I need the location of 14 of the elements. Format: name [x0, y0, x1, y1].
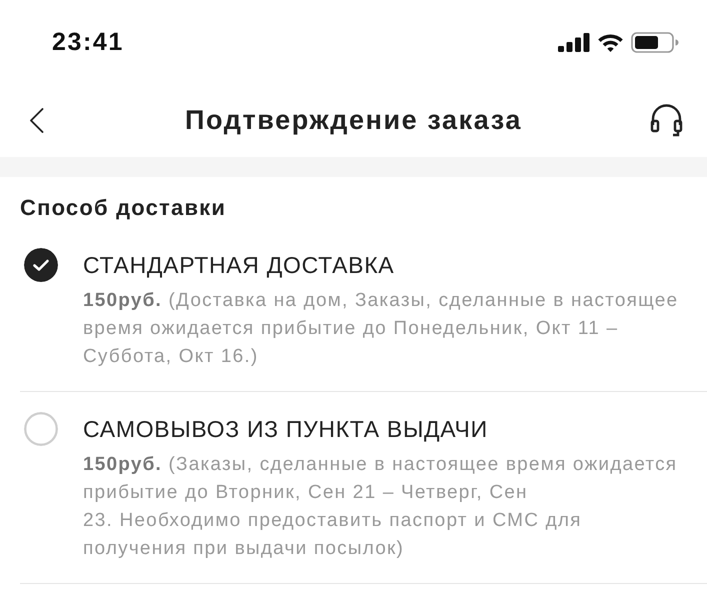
page-title: Подтверждение заказа	[184, 105, 522, 136]
status-time: 23:41	[52, 28, 124, 56]
wifi-icon	[597, 32, 624, 52]
battery-icon	[631, 32, 679, 52]
option-description: 150руб. (Доставка на дом, Заказы, сделанные в настоящее время ожидается прибытие до Понедельник, Окт 11 – Суббота, Окт 16.)	[83, 289, 680, 369]
option-title: СТАНДАРТНАЯ ДОСТАВКА	[83, 251, 396, 280]
section-title: Способ доставки	[20, 195, 226, 221]
signal-icon	[558, 32, 590, 52]
radio-icon[interactable]	[24, 412, 58, 446]
option-description: 150руб. (Заказы, сделанные в настоящее время ожидается прибытие до Вторник, Сен 21 – Четверг, Сен 23. Необходимо предоставить паспорт и СМС для получения при выдачи посылок)	[83, 453, 678, 561]
headset-icon[interactable]	[650, 104, 683, 137]
checked-radio-icon[interactable]	[24, 248, 58, 282]
option-title: САМОВЫВОЗ ИЗ ПУНКТА ВЫДАЧИ	[83, 415, 489, 444]
back-icon[interactable]	[29, 108, 44, 133]
